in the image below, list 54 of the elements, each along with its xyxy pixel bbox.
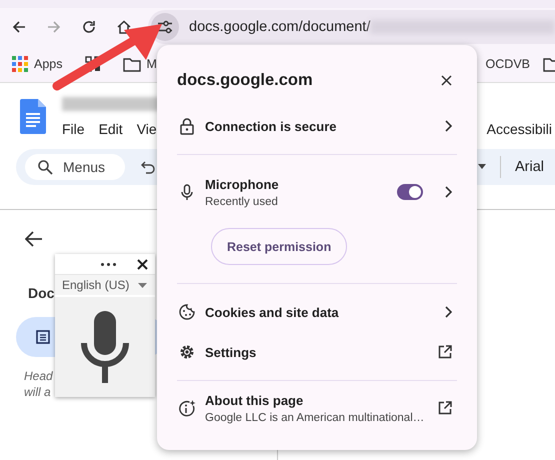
language-dropdown[interactable]: English (US) [55,275,155,295]
row-label: Cookies and site data [205,304,340,320]
row-label: Connection is secure [205,118,338,134]
docs-logo-icon[interactable] [20,99,46,134]
font-selector[interactable]: Arial [514,159,544,175]
dropdown-caret-icon[interactable] [478,164,486,170]
permission-row[interactable]: Microphone Recently used [177,173,477,211]
row-label: Microphone [205,176,280,192]
reset-permission-button[interactable]: Reset permission [211,228,348,265]
back-arrow-icon[interactable] [25,231,43,247]
external-link-icon [438,345,452,359]
row-label: Settings [205,344,258,360]
microphone-icon[interactable] [81,311,129,383]
toggle-switch[interactable] [397,184,423,200]
close-icon[interactable] [137,258,148,270]
back-arrow-icon [11,19,27,35]
chevron-icon [445,306,452,318]
info-sparkle-icon [177,400,197,416]
chevron-icon [445,120,452,132]
menu-item[interactable]: Accessibili [486,121,552,137]
address-bar[interactable]: docs.google.com/document/ [148,10,555,44]
menus-search-field[interactable]: Menus [25,154,125,180]
search-icon [37,159,53,175]
hint-text: will a [24,384,51,400]
menu-item[interactable]: File [62,121,85,137]
apps-grid-icon [12,56,28,72]
menu-row[interactable]: Settings [177,332,477,372]
caret-icon [138,282,147,288]
url-text: docs.google.com/document/ [189,19,370,35]
close-icon[interactable] [441,74,452,86]
bookmark-folder[interactable]: M [122,56,157,72]
menu-row[interactable]: About this page Google LLC is an American multinational… [177,389,477,427]
apps-bookmark[interactable]: Apps [12,56,62,72]
cookie-icon [177,304,197,320]
external-link-icon [438,401,452,415]
more-icon[interactable] [101,262,116,266]
undo-icon[interactable] [141,160,155,174]
row-sublabel: Google LLC is an American multinational… [205,412,426,424]
reload-icon [81,19,97,35]
hint-text: Head [24,368,53,384]
chevron-icon [445,186,452,198]
sidebar-heading: Doc [28,285,54,301]
row-sublabel: Recently used [205,196,279,208]
forward-arrow-icon [46,19,62,35]
bookmark[interactable] [84,56,100,72]
menu-item[interactable]: Edit [98,121,123,137]
home-icon [116,19,132,35]
menu-row[interactable]: Cookies and site data [177,292,477,332]
menu-row[interactable]: Connection is secure [177,106,477,146]
document-outline-icon [36,330,50,344]
row-label: About this page [205,392,304,408]
menu-item[interactable]: Vie [136,121,157,137]
bookmark[interactable]: OCDVB [486,57,530,71]
popup-title: docs.google.com [177,70,313,90]
